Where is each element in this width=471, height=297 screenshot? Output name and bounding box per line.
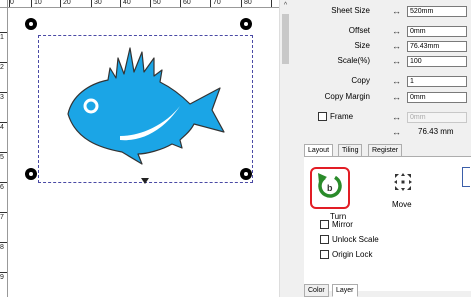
offset-label: Offset xyxy=(348,26,370,35)
properties-panel: Sheet Size ↔ 520mm Offset ↔ 0mm Size ↔ 7… xyxy=(290,0,471,297)
origin-lock-label: Origin Lock xyxy=(332,250,373,259)
rotate-icon: b xyxy=(318,173,342,198)
mirror-label: Mirror xyxy=(332,220,353,229)
ruler-left-label: 5 xyxy=(0,154,4,161)
frame-total-value: 76.43 mm xyxy=(418,127,454,136)
scroll-down-marker-icon[interactable] xyxy=(141,178,149,184)
size-field[interactable]: 76.43mm xyxy=(407,41,467,52)
unlock-scale-checkbox[interactable] xyxy=(320,235,329,244)
ruler-top-label: 50 xyxy=(153,0,161,6)
move-arrows-icon[interactable] xyxy=(394,173,412,191)
ruler-top-label: 60 xyxy=(183,0,191,6)
sheet-size-label: Sheet Size xyxy=(331,6,370,15)
ruler-top-label: 0 xyxy=(10,0,14,6)
scrollbar-thumb[interactable] xyxy=(282,14,289,64)
sheet-size-row: Sheet Size ↔ 520mm xyxy=(290,4,471,18)
fish-eye xyxy=(86,101,96,111)
canvas-sheet[interactable] xyxy=(8,8,279,297)
sheet-size-field[interactable]: 520mm xyxy=(407,6,467,17)
link-arrow-icon: ↔ xyxy=(392,6,401,16)
size-label: Size xyxy=(354,41,370,50)
scale-row: Scale(%) ↔ 100 xyxy=(290,54,471,68)
layout-tab-content: b Turn Move Mirror Unlock Scale Origin L… xyxy=(304,156,471,291)
copy-margin-label: Copy Margin xyxy=(324,92,370,101)
link-arrow-icon: ↔ xyxy=(392,112,401,122)
ruler-top-label: 10 xyxy=(34,0,42,6)
copy-margin-row: Copy Margin ↔ 0mm xyxy=(290,90,471,104)
link-arrow-icon: ↔ xyxy=(392,26,401,36)
ruler-left-label: 6 xyxy=(0,184,4,191)
frame-total-row: ↔ 76.43 mm xyxy=(290,125,471,139)
unlock-scale-label: Unlock Scale xyxy=(332,235,379,244)
scale-field[interactable]: 100 xyxy=(407,56,467,67)
link-arrow-icon: ↔ xyxy=(392,92,401,102)
frame-label: Frame xyxy=(330,112,354,121)
ruler-top-label: 30 xyxy=(94,0,102,6)
frame-row: Frame ↔ 0mm xyxy=(290,110,471,124)
ruler-left-label: 2 xyxy=(0,64,4,71)
resize-handle-bottom-right[interactable] xyxy=(240,168,252,180)
fish-graphic[interactable] xyxy=(62,44,232,169)
link-arrow-icon: ↔ xyxy=(392,56,401,66)
vertical-scrollbar[interactable]: ^ xyxy=(279,0,290,297)
resize-handle-top-right[interactable] xyxy=(240,18,252,30)
canvas-area[interactable]: 0 10 20 30 40 50 60 70 80 1 2 3 4 5 6 7 … xyxy=(0,0,279,297)
origin-lock-checkbox[interactable] xyxy=(320,250,329,259)
resize-handle-bottom-left[interactable] xyxy=(25,168,37,180)
copy-margin-field[interactable]: 0mm xyxy=(407,92,467,103)
copy-field[interactable]: 1 xyxy=(407,76,467,87)
mirror-checkbox[interactable] xyxy=(320,220,329,229)
ruler-left-label: 3 xyxy=(0,94,4,101)
ruler-left-label: 8 xyxy=(0,244,4,251)
link-arrow-icon: ↔ xyxy=(392,41,401,51)
link-arrow-icon: ↔ xyxy=(392,76,401,86)
turn-button[interactable]: b Turn xyxy=(310,167,350,221)
ruler-top-label: 70 xyxy=(213,0,221,6)
resize-handle-top-left[interactable] xyxy=(25,18,37,30)
ruler-left-label: 9 xyxy=(0,274,4,281)
move-label: Move xyxy=(392,200,412,209)
size-row: Size ↔ 76.43mm xyxy=(290,39,471,53)
ruler-left: 1 2 3 4 5 6 7 8 9 xyxy=(0,8,8,297)
ruler-left-label: 4 xyxy=(0,124,4,131)
link-arrow-icon: ↔ xyxy=(392,127,401,137)
scale-label: Scale(%) xyxy=(337,56,370,65)
ruler-left-label: 1 xyxy=(0,34,4,41)
svg-text:b: b xyxy=(327,183,333,193)
frame-field[interactable]: 0mm xyxy=(407,112,467,123)
frame-checkbox[interactable] xyxy=(318,112,327,121)
align-edge-control[interactable] xyxy=(462,167,470,187)
tab-color[interactable]: Color xyxy=(304,284,329,297)
ruler-top-label: 40 xyxy=(123,0,131,6)
tab-layer[interactable]: Layer xyxy=(332,284,358,297)
copy-label: Copy xyxy=(351,76,370,85)
ruler-top-label: 80 xyxy=(244,0,252,6)
ruler-left-label: 7 xyxy=(0,214,4,221)
offset-field[interactable]: 0mm xyxy=(407,26,467,37)
offset-row: Offset ↔ 0mm xyxy=(290,24,471,38)
ruler-top: 0 10 20 30 40 50 60 70 80 xyxy=(8,0,279,8)
ruler-top-label: 20 xyxy=(63,0,71,6)
ruler-corner xyxy=(0,0,8,8)
copy-row: Copy ↔ 1 xyxy=(290,74,471,88)
